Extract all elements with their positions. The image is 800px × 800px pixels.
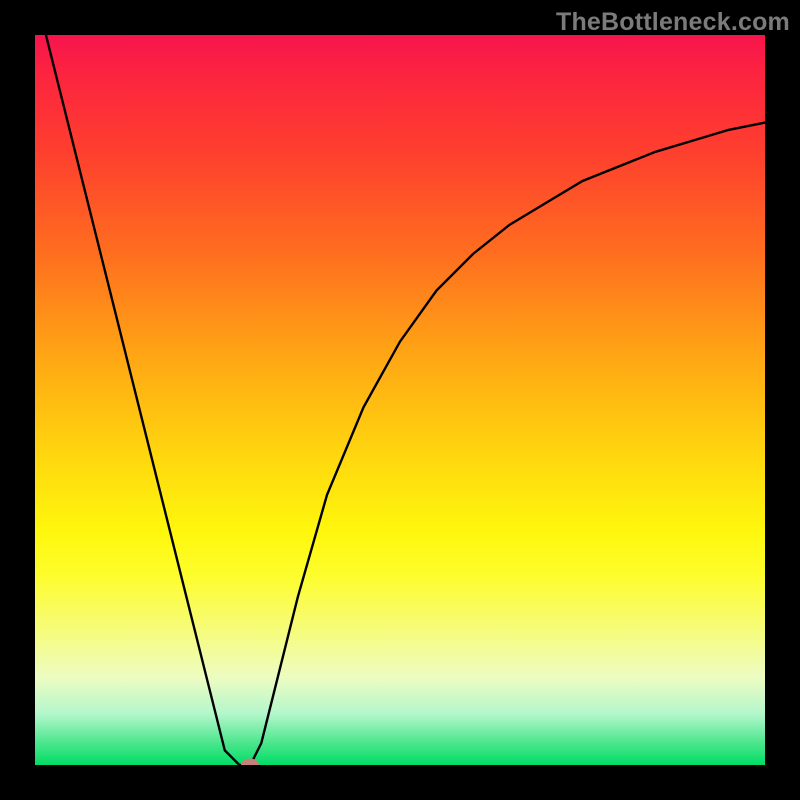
curve-layer — [35, 35, 765, 765]
plot-area — [35, 35, 765, 765]
watermark-text: TheBottleneck.com — [556, 8, 790, 37]
bottleneck-chart: TheBottleneck.com — [0, 0, 800, 800]
bottleneck-curve-path — [35, 35, 765, 765]
optimal-marker — [241, 759, 259, 766]
